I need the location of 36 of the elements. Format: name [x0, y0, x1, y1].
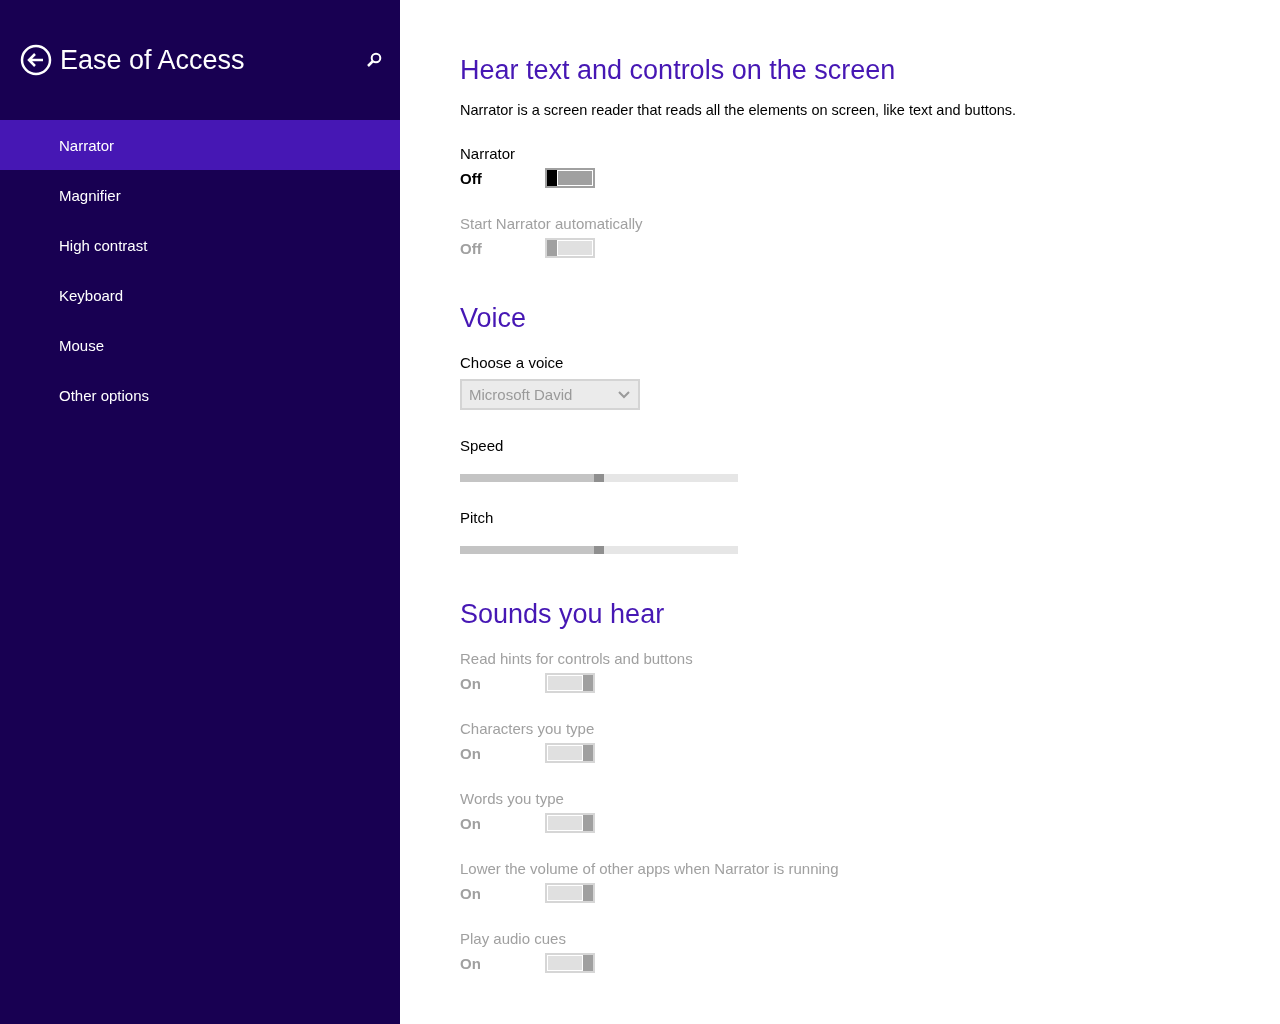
toggle-state-label: On	[460, 954, 482, 972]
setting-label: Start Narrator automatically	[460, 214, 644, 234]
sidebar-item[interactable]: Other options	[0, 370, 400, 420]
chevron-down-icon	[618, 390, 630, 399]
sidebar-item[interactable]: High contrast	[0, 220, 400, 270]
sidebar-item[interactable]: Magnifier	[0, 170, 400, 220]
setting-label: Pitch	[460, 508, 495, 528]
search-icon[interactable]	[366, 52, 382, 68]
toggle-state-label: Off	[460, 169, 483, 187]
sidebar-item[interactable]: Mouse	[0, 320, 400, 370]
setting-label: Words you type	[460, 789, 565, 809]
section-heading: Hear text and controls on the screen	[460, 54, 897, 86]
setting-label: Lower the volume of other apps when Narrator is running	[460, 859, 840, 879]
sidebar-item[interactable]: Narrator	[0, 120, 400, 170]
toggle-switch[interactable]	[545, 168, 595, 188]
slider-thumb[interactable]	[594, 546, 604, 554]
section-heading: Sounds you hear	[460, 598, 666, 630]
section-heading: Voice	[460, 302, 528, 334]
toggle-state-label: On	[460, 814, 482, 832]
section-description: Narrator is a screen reader that reads all the elements on screen, like text and buttons.	[460, 101, 1018, 120]
slider-thumb[interactable]	[594, 474, 604, 482]
setting-label: Choose a voice	[460, 353, 565, 373]
back-icon[interactable]	[20, 44, 52, 76]
page-title: Ease of Access	[60, 44, 246, 76]
setting-label: Speed	[460, 436, 505, 456]
setting-label: Characters you type	[460, 719, 596, 739]
setting-label: Play audio cues	[460, 929, 567, 949]
sidebar-item[interactable]: Keyboard	[0, 270, 400, 320]
toggle-state-label: On	[460, 884, 482, 902]
slider-track[interactable]	[460, 474, 738, 482]
setting-label: Read hints for controls and buttons	[460, 649, 694, 669]
toggle-state-label: On	[460, 674, 482, 692]
slider-track[interactable]	[460, 546, 738, 554]
toggle-state-label: On	[460, 744, 482, 762]
toggle-state-label: Off	[460, 239, 483, 257]
setting-label: Narrator	[460, 144, 516, 164]
